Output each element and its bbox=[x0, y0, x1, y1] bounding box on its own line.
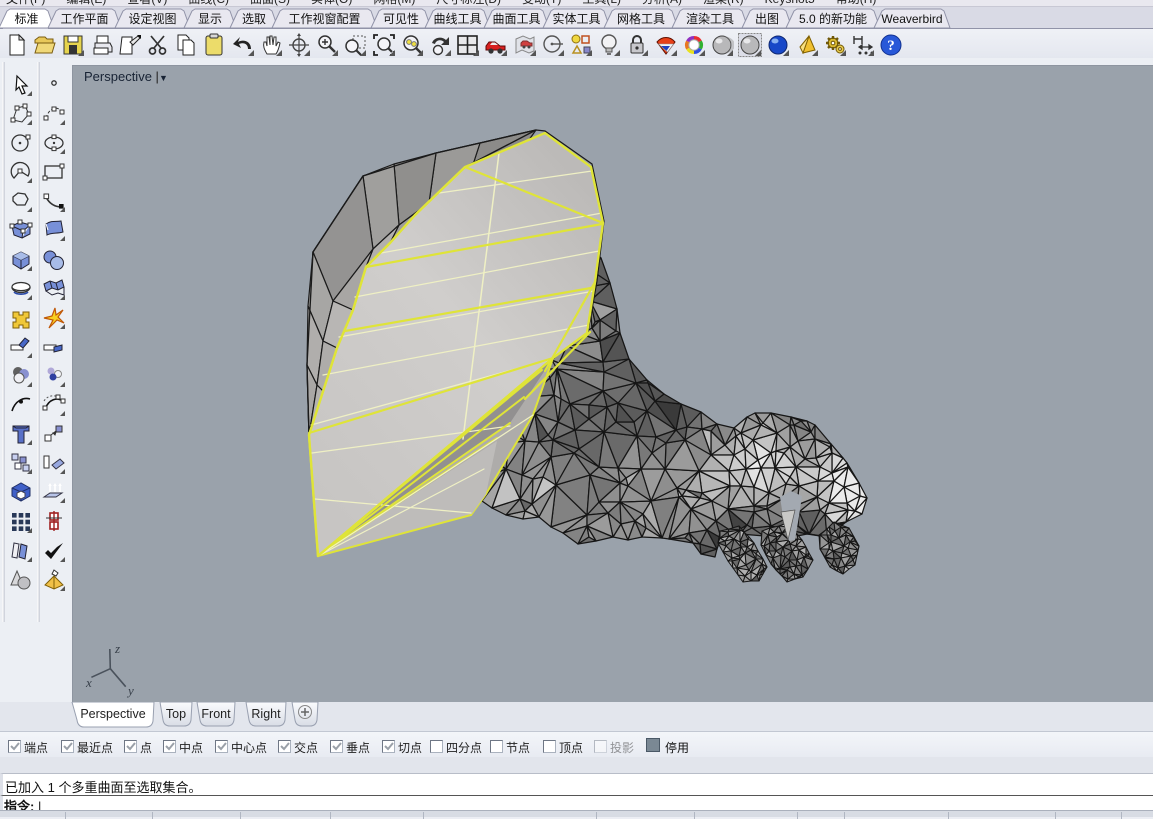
svg-text:z: z bbox=[114, 641, 120, 656]
svg-text:设定视图: 设定视图 bbox=[128, 11, 176, 26]
svg-text:渲染工具: 渲染工具 bbox=[686, 11, 734, 26]
svg-text:Weaverbird: Weaverbird bbox=[881, 12, 942, 26]
svg-text:Right: Right bbox=[251, 707, 281, 721]
svg-text:标准: 标准 bbox=[14, 12, 38, 26]
svg-text:网格工具: 网格工具 bbox=[617, 11, 665, 26]
svg-text:工作视窗配置: 工作视窗配置 bbox=[288, 11, 360, 26]
svg-text:显示: 显示 bbox=[198, 12, 222, 26]
svg-text:y: y bbox=[126, 683, 134, 698]
svg-text:?: ? bbox=[887, 38, 895, 54]
svg-text:出图: 出图 bbox=[755, 12, 779, 26]
svg-text:曲面工具: 曲面工具 bbox=[492, 12, 540, 26]
svg-text:曲线工具: 曲线工具 bbox=[433, 12, 481, 26]
svg-text:工作平面: 工作平面 bbox=[60, 12, 108, 26]
svg-text:选取: 选取 bbox=[242, 12, 266, 26]
svg-text:x: x bbox=[85, 675, 92, 690]
svg-text:Perspective: Perspective bbox=[80, 707, 145, 721]
svg-text:Top: Top bbox=[166, 707, 186, 721]
svg-text:Front: Front bbox=[201, 707, 231, 721]
svg-text:可见性: 可见性 bbox=[383, 12, 419, 26]
svg-text:实体工具: 实体工具 bbox=[552, 11, 600, 26]
svg-text:5.0 的新功能: 5.0 的新功能 bbox=[799, 11, 867, 26]
